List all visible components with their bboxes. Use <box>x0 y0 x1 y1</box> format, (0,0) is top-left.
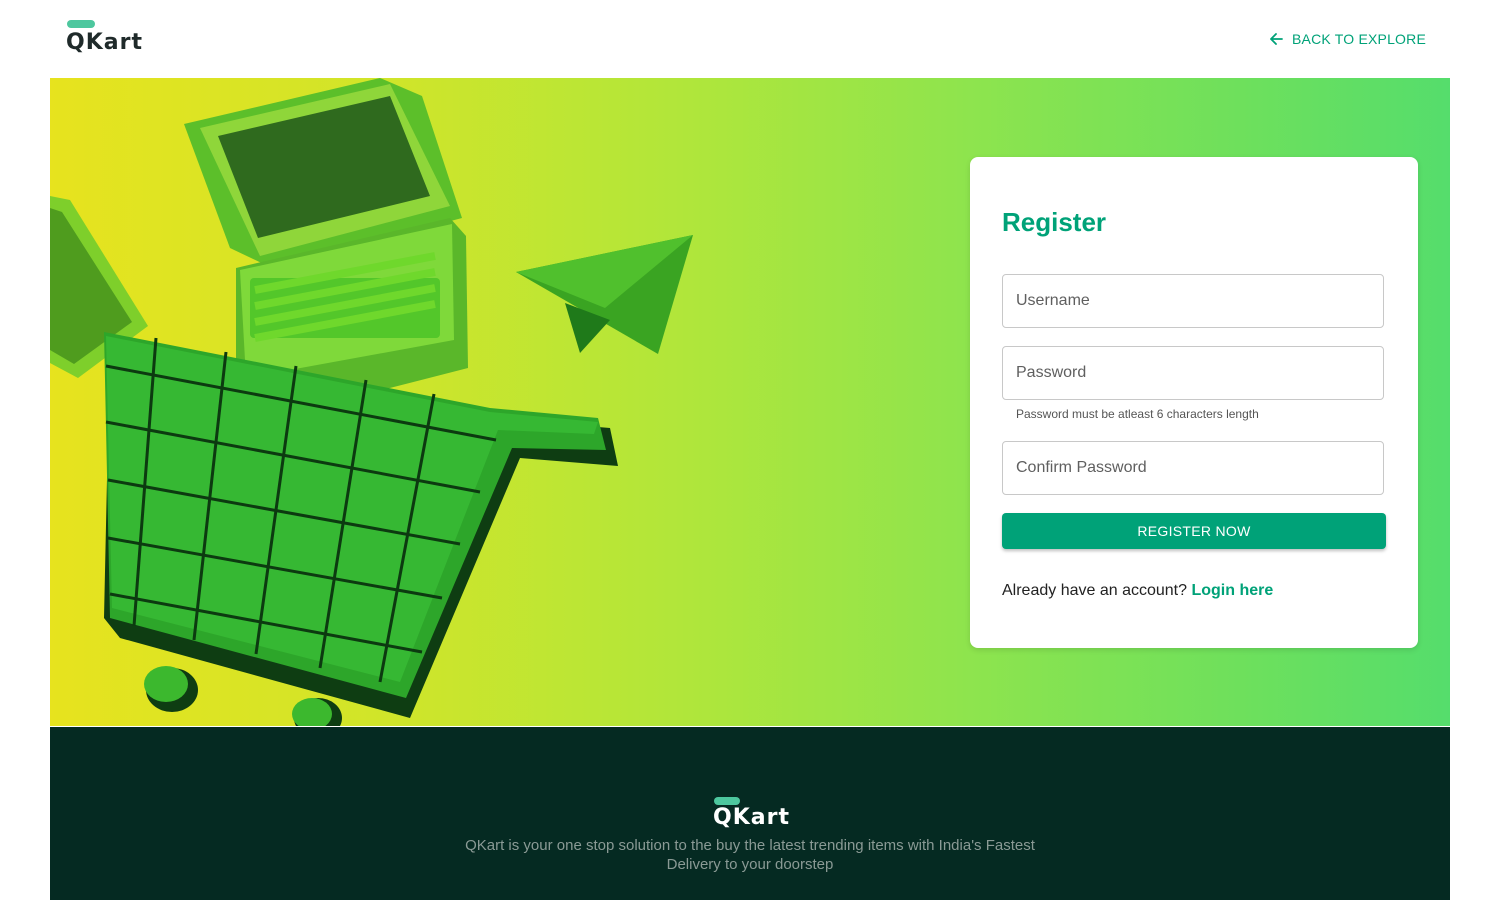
password-field[interactable] <box>1002 346 1384 400</box>
back-to-explore-button[interactable]: BACK TO EXPLORE <box>1268 28 1426 50</box>
login-prompt-text: Already have an account? <box>1002 582 1188 599</box>
back-to-explore-label: BACK TO EXPLORE <box>1292 31 1426 47</box>
logo-accent-bar <box>67 20 95 28</box>
header: QKart BACK TO EXPLORE <box>50 0 1450 78</box>
password-input[interactable] <box>1003 347 1383 399</box>
hero-banner: Register Password must be atleast 6 char… <box>50 78 1450 726</box>
confirm-password-input[interactable] <box>1003 442 1383 494</box>
footer-logo-accent-bar <box>714 797 740 805</box>
cart-basket-illustration <box>104 332 618 726</box>
login-here-link[interactable]: Login here <box>1191 582 1273 599</box>
shopping-cart-illustration <box>50 78 693 726</box>
confirm-password-field[interactable] <box>1002 441 1384 495</box>
username-input[interactable] <box>1003 275 1383 327</box>
footer-qkart-logo: QKart <box>713 797 793 833</box>
login-prompt: Already have an account? Login here <box>1002 582 1273 600</box>
logo-text: QKart <box>66 30 143 55</box>
footer-tagline: QKart is your one stop solution to the b… <box>465 837 1035 873</box>
register-title: Register <box>1002 207 1107 237</box>
register-card: Register Password must be atleast 6 char… <box>970 157 1418 648</box>
paper-plane-illustration <box>516 235 693 354</box>
password-helper-text: Password must be atleast 6 characters le… <box>1016 407 1259 421</box>
register-now-button[interactable]: REGISTER NOW <box>1002 513 1386 549</box>
qkart-logo[interactable]: QKart <box>66 18 156 62</box>
arrow-left-icon <box>1270 33 1283 45</box>
footer-logo-text: QKart <box>713 805 790 830</box>
footer: QKart QKart is your one stop solution to… <box>50 727 1450 900</box>
username-field[interactable] <box>1002 274 1384 328</box>
page: QKart BACK TO EXPLORE Register Username … <box>50 0 1450 900</box>
